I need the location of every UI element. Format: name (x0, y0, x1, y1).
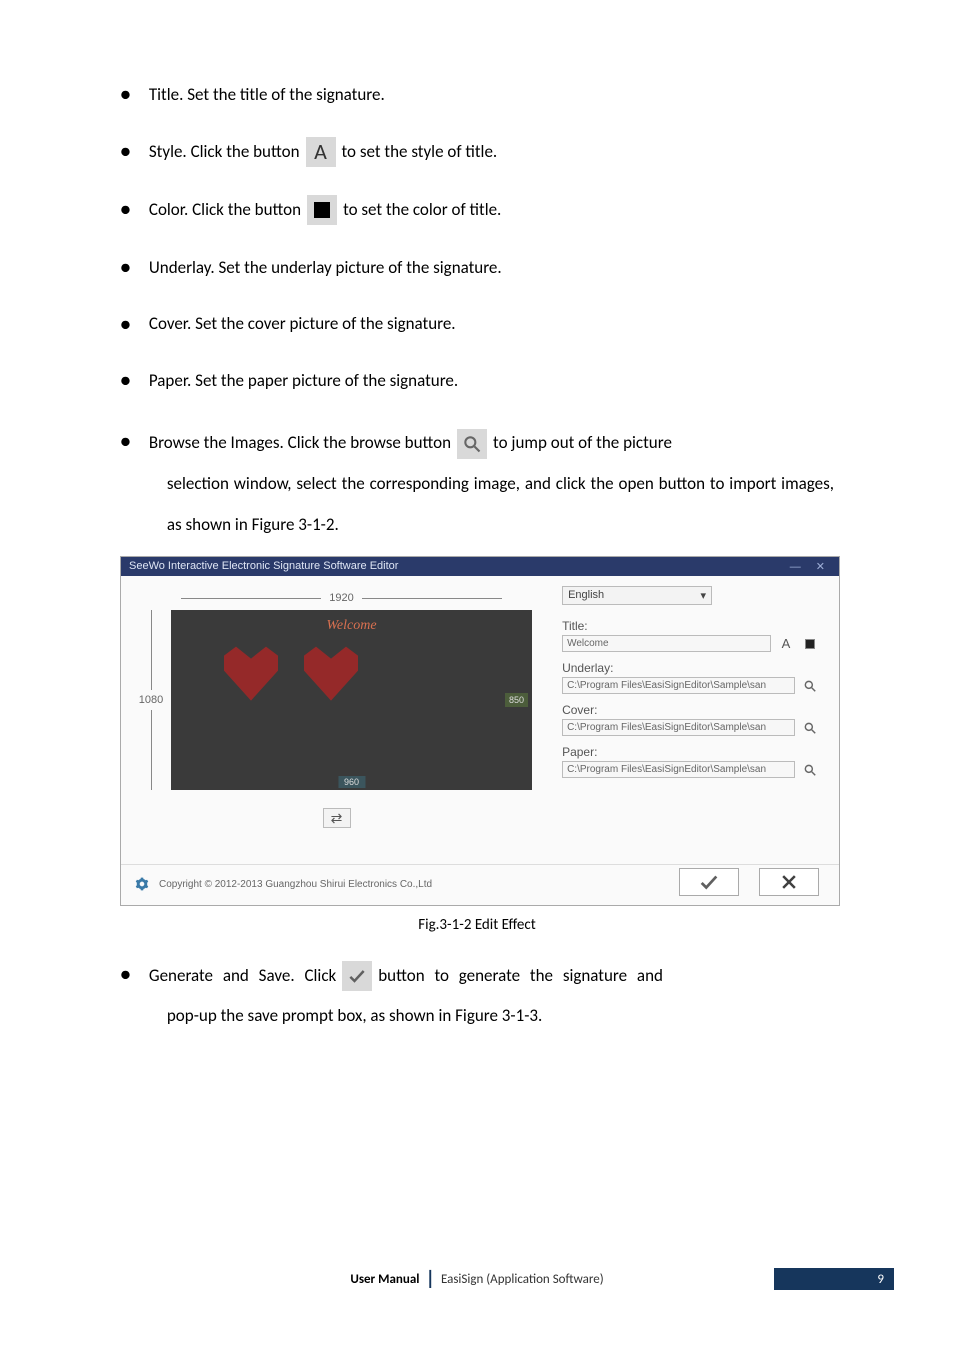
style-a-icon: A (306, 137, 336, 167)
bullet-text: Generate and Save. Click button to gener… (149, 956, 663, 1038)
preview-title-text: Welcome (327, 618, 377, 634)
bullet-style: ● Style. Click the button A to set the s… (120, 137, 834, 167)
bullet-title: ● Title. Set the title of the signature. (120, 80, 834, 109)
dim-h-value: 1080 (139, 690, 163, 710)
page-footer: User Manual | EasiSign (Application Soft… (0, 1268, 954, 1290)
paper-input[interactable]: C:\Program Files\EasiSignEditor\Sample\s… (562, 761, 795, 778)
paper-browse-icon[interactable] (801, 761, 819, 779)
bullet-paper: ● Paper. Set the paper picture of the si… (120, 366, 834, 395)
bullet-marker: ● (120, 960, 131, 989)
bullet-marker: ● (120, 366, 131, 395)
editor-footer: Copyright © 2012-2013 Guangzhou Shirui E… (121, 864, 839, 904)
style-glyph: A (314, 134, 327, 169)
copyright-text: Copyright © 2012-2013 Guangzhou Shirui E… (159, 879, 432, 890)
bullet-underlay: ● Underlay. Set the underlay picture of … (120, 253, 834, 282)
instruction-list: ● Title. Set the title of the signature.… (120, 80, 834, 546)
bullet-text: Browse the Images. Click the browse butt… (149, 423, 834, 545)
bullet-color: ● Color. Click the button to set the col… (120, 195, 834, 225)
bullet-text: Color. Click the button to set the color… (149, 195, 501, 225)
title-label: Title: (562, 619, 819, 633)
figure-caption: Fig.3-1-2 Edit Effect (120, 916, 834, 934)
paper-label: Paper: (562, 745, 819, 759)
text-pre: Generate and Save. Click (149, 956, 336, 997)
preview-canvas: Welcome 850 960 (171, 610, 532, 790)
bullet-marker: ● (120, 253, 131, 282)
gear-icon[interactable] (135, 877, 149, 891)
text-pre: Color. Click the button (149, 196, 301, 223)
color-square-icon (307, 195, 337, 225)
dimension-height: 1080 (131, 610, 171, 790)
title-input[interactable]: Welcome (562, 635, 771, 652)
editor-body: 1920 1080 Welcome 850 960 (121, 576, 839, 864)
text-pre: Browse the Images. Click the browse butt… (149, 423, 451, 464)
chevron-down-icon: ▾ (701, 589, 707, 602)
title-color-icon[interactable] (801, 635, 819, 653)
footer-center: User Manual | EasiSign (Application Soft… (350, 1267, 603, 1291)
black-square (314, 202, 330, 218)
dim-w-value: 1920 (321, 592, 361, 604)
page-number-box: 9 (774, 1268, 894, 1290)
window-title: SeeWo Interactive Electronic Signature S… (129, 560, 398, 572)
cover-label: Cover: (562, 703, 819, 717)
bullet-text: Title. Set the title of the signature. (149, 81, 385, 108)
hearts-decoration (221, 644, 361, 704)
badge-right: 850 (505, 693, 528, 707)
bullet-marker: ● (120, 195, 131, 224)
underlay-label: Underlay: (562, 661, 819, 675)
generate-line2: pop-up the save prompt box, as shown in … (149, 996, 663, 1037)
instruction-list-2: ● Generate and Save. Click button to gen… (120, 956, 834, 1038)
bullet-text: Style. Click the button A to set the sty… (149, 137, 497, 167)
text-pre: Style. Click the button (149, 138, 300, 165)
text-post: button to generate the signature and (378, 956, 663, 997)
heart-icon (221, 644, 281, 704)
bullet-generate: ● Generate and Save. Click button to gen… (120, 956, 834, 1038)
editor-properties-pane: English ▾ Title: Welcome A Underlay: C:\… (552, 576, 839, 864)
footer-app-name: EasiSign (Application Software) (441, 1272, 604, 1287)
editor-preview-pane: 1920 1080 Welcome 850 960 (121, 576, 552, 864)
dimension-width: 1920 (181, 592, 502, 604)
footer-divider: | (425, 1267, 435, 1291)
underlay-input[interactable]: C:\Program Files\EasiSignEditor\Sample\s… (562, 677, 795, 694)
editor-window: SeeWo Interactive Electronic Signature S… (120, 556, 840, 906)
page-number: 9 (877, 1272, 884, 1287)
badge-bottom: 960 (338, 776, 365, 788)
bullet-marker: ● (120, 427, 131, 456)
cover-browse-icon[interactable] (801, 719, 819, 737)
bullet-text: Paper. Set the paper picture of the sign… (149, 367, 458, 394)
bullet-browse: ● Browse the Images. Click the browse bu… (120, 423, 834, 545)
check-icon (342, 961, 372, 991)
editor-titlebar: SeeWo Interactive Electronic Signature S… (121, 557, 839, 576)
text-post: to set the color of title. (343, 196, 501, 223)
ok-button[interactable] (679, 868, 739, 896)
underlay-browse-icon[interactable] (801, 677, 819, 695)
bullet-cover: ● Cover. Set the cover picture of the si… (120, 310, 834, 339)
footer-user-manual: User Manual (350, 1272, 419, 1287)
language-select[interactable]: English ▾ (562, 586, 712, 605)
bullet-marker: ● (120, 80, 131, 109)
heart-icon (301, 644, 361, 704)
text-post: to set the style of title. (342, 138, 498, 165)
text-post: to jump out of the picture (493, 423, 672, 464)
bullet-text: Cover. Set the cover picture of the sign… (149, 310, 456, 337)
magnify-icon (457, 429, 487, 459)
title-style-icon[interactable]: A (777, 635, 795, 653)
crop-icon[interactable]: ⇄ (323, 808, 351, 828)
bullet-marker: ● (120, 137, 131, 166)
bullet-marker: ● (120, 310, 131, 339)
bullet-text: Underlay. Set the underlay picture of th… (149, 254, 502, 281)
cancel-button[interactable] (759, 868, 819, 896)
language-value: English (568, 589, 604, 602)
window-controls[interactable]: — ✕ (790, 560, 831, 573)
cover-input[interactable]: C:\Program Files\EasiSignEditor\Sample\s… (562, 719, 795, 736)
browse-line2: selection window, select the correspondi… (149, 464, 834, 546)
